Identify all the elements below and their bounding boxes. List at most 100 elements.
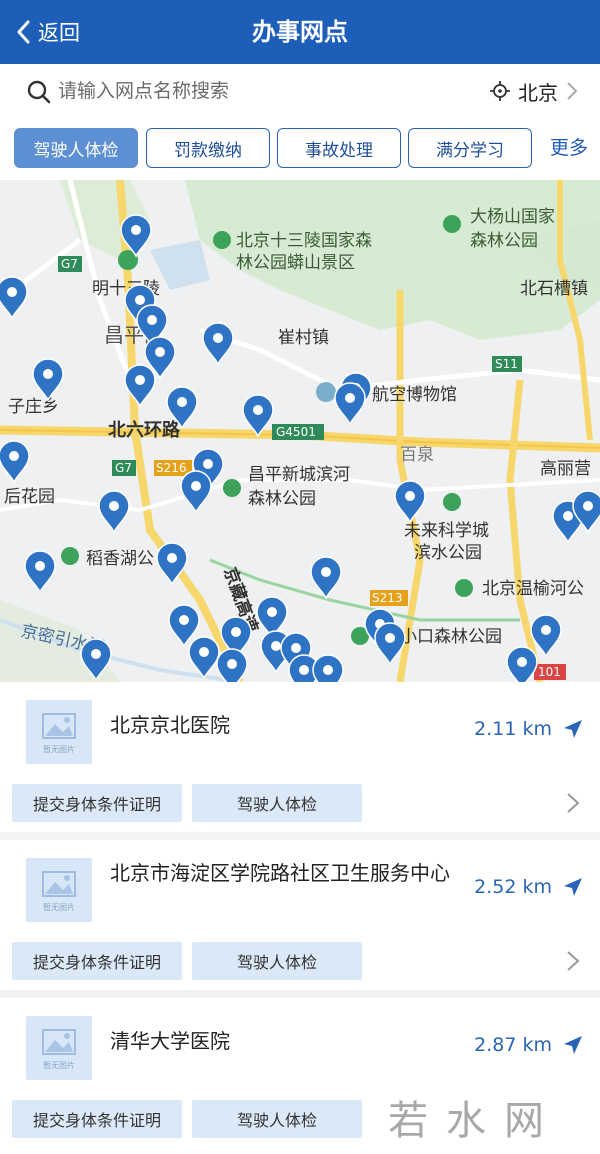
more-filters-link[interactable]: 更多 [550, 128, 588, 168]
image-placeholder-icon [42, 1028, 76, 1055]
distance-label: 2.11 km [474, 718, 552, 740]
map-pin-dot [385, 633, 395, 643]
service-tag: 提交身体条件证明 [12, 942, 182, 980]
map-label: 崔村镇 [278, 328, 329, 348]
road-shield: S11 [495, 357, 518, 371]
tab-fine-payment[interactable]: 罚款缴纳 [146, 128, 270, 168]
map-label: 森林公园 [470, 231, 538, 251]
list-item[interactable]: 暂无图片 北京市海淀区学院路社区卫生服务中心 2.52 km 提交身体条件证明 … [0, 840, 600, 998]
map-view[interactable]: 北京十三陵国家森 林公园蟒山景区 大杨山国家 森林公园 明十三陵 北石槽镇 昌平… [0, 180, 600, 682]
map-pin-dot [179, 615, 189, 625]
image-placeholder-icon [42, 712, 76, 739]
map-pin-icon[interactable] [32, 358, 64, 402]
map-pin-dot [9, 451, 19, 461]
map-pin-dot [43, 369, 53, 379]
search-input[interactable] [58, 76, 388, 106]
map-pin-dot [345, 393, 355, 403]
map-pin-dot [227, 659, 237, 669]
map-pin-icon[interactable] [334, 382, 366, 426]
map-pin-dot [203, 459, 213, 469]
map-label: 大杨山国家 [470, 207, 555, 227]
navigate-arrow-icon[interactable] [560, 1034, 584, 1058]
map-pin-dot [517, 657, 527, 667]
distance-label: 2.52 km [474, 876, 552, 898]
map-pin-dot [109, 501, 119, 511]
map-pin-dot [135, 375, 145, 385]
map-pin-dot [167, 553, 177, 563]
map-pin-dot [35, 561, 45, 571]
road-shield: G7 [115, 461, 132, 475]
service-tag: 驾驶人体检 [192, 784, 362, 822]
map-pin-dot [155, 347, 165, 357]
chevron-right-icon [567, 82, 578, 100]
map-label: 未来科学城 [404, 521, 489, 541]
map-pin-icon[interactable] [124, 364, 156, 408]
tab-accident[interactable]: 事故处理 [277, 128, 401, 168]
map-label: 稻香湖公 [86, 549, 154, 569]
road-shield: S213 [372, 591, 403, 605]
map-pin-icon[interactable] [24, 550, 56, 594]
navigate-arrow-icon[interactable] [560, 718, 584, 742]
map-pin-icon[interactable] [202, 322, 234, 366]
map-pin-icon[interactable] [188, 636, 220, 680]
map-pin-dot [131, 225, 141, 235]
search-icon [27, 80, 51, 104]
map-pin-icon[interactable] [180, 470, 212, 514]
map-pin-dot [563, 511, 573, 521]
road-shield: S216 [156, 461, 187, 475]
distance-label: 2.87 km [474, 1034, 552, 1056]
map-pin-dot [583, 501, 593, 511]
page-title: 办事网点 [252, 18, 348, 46]
map-label: 林公园蟒山景区 [236, 253, 355, 273]
map-label: 昌平新城滨河 [248, 465, 350, 485]
map-pin-dot [323, 665, 333, 675]
map-label: 北石槽镇 [520, 279, 588, 299]
map-pin-dot [191, 481, 201, 491]
service-tag: 驾驶人体检 [192, 1100, 362, 1138]
map-pin-icon[interactable] [310, 556, 342, 600]
search-bar: 北京 [0, 64, 600, 118]
outlet-name: 清华大学医院 [110, 1029, 230, 1053]
thumbnail-placeholder: 暂无图片 [26, 858, 92, 922]
map-pin-dot [147, 315, 157, 325]
navigate-arrow-icon[interactable] [560, 876, 584, 900]
city-label: 北京 [518, 80, 558, 105]
city-selector[interactable]: 北京 [490, 76, 578, 106]
map-pin-dot [253, 405, 263, 415]
map-pin-dot [299, 665, 309, 675]
map-label: 航空博物馆 [372, 385, 457, 405]
map-pin-dot [135, 295, 145, 305]
road-shield: 101 [538, 665, 561, 679]
map-pin-icon[interactable] [98, 490, 130, 534]
map-label: 小口森林公园 [400, 627, 502, 647]
map-pin-icon[interactable] [0, 440, 30, 484]
filter-tabs: 驾驶人体检 罚款缴纳 事故处理 满分学习 更多 [0, 118, 600, 180]
road-shield: G4501 [276, 425, 316, 439]
tab-driver-exam[interactable]: 驾驶人体检 [14, 128, 138, 168]
watermark: 若水网 [388, 1098, 562, 1144]
map-pin-dot [213, 333, 223, 343]
service-tag: 驾驶人体检 [192, 942, 362, 980]
image-placeholder-icon [42, 870, 76, 897]
list-item[interactable]: 暂无图片 北京京北医院 2.11 km 提交身体条件证明 驾驶人体检 [0, 682, 600, 840]
map-pin-icon[interactable] [0, 276, 28, 320]
map-label: 高丽营 [540, 459, 591, 479]
service-tag: 提交身体条件证明 [12, 1100, 182, 1138]
outlet-name: 北京市海淀区学院路社区卫生服务中心 [110, 861, 450, 885]
map-label: 北京温榆河公 [482, 579, 584, 599]
map-pin-dot [271, 641, 281, 651]
map-label: 北六环路 [108, 419, 181, 441]
map-pin-dot [267, 607, 277, 617]
outlet-name: 北京京北医院 [110, 713, 230, 737]
tab-full-score-study[interactable]: 满分学习 [408, 128, 532, 168]
map-pin-dot [199, 647, 209, 657]
chevron-right-icon[interactable] [566, 792, 580, 814]
map-pin-dot [231, 627, 241, 637]
map-pin-dot [405, 491, 415, 501]
map-pin-icon[interactable] [394, 480, 426, 524]
outlet-list: 暂无图片 北京京北医院 2.11 km 提交身体条件证明 驾驶人体检 暂无图片 … [0, 682, 600, 1154]
thumbnail-caption: 暂无图片 [43, 902, 75, 912]
map-label: 百泉 [400, 445, 434, 465]
chevron-right-icon[interactable] [566, 950, 580, 972]
map-label: 北京十三陵国家森 [236, 231, 372, 251]
